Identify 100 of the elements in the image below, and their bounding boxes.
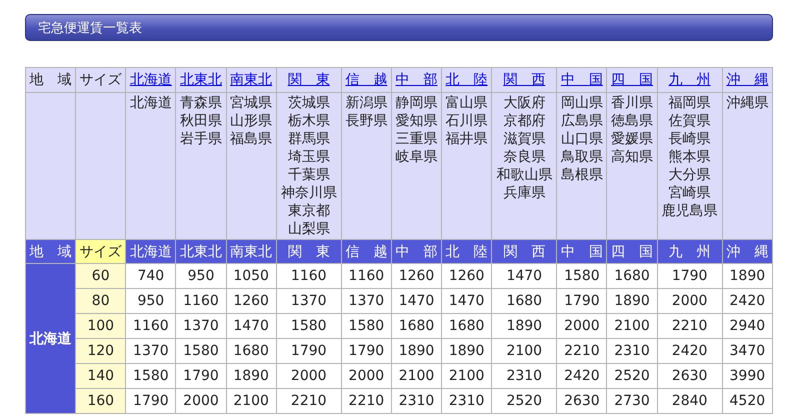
prefecture-name: 鹿児島県: [660, 202, 719, 220]
price-cell: 1470: [442, 288, 492, 314]
prefecture-name: 香川県: [610, 94, 654, 112]
prefecture-name: 滋賀県: [502, 130, 546, 148]
price-cell: 2210: [556, 338, 607, 364]
region-header: 北東北: [176, 240, 226, 264]
prefecture-name: 宮城県: [229, 94, 274, 112]
price-cell: 1370: [176, 314, 226, 338]
price-cell: 1890: [492, 314, 557, 338]
price-cell: 2100: [391, 364, 442, 388]
prefecture-name: 愛媛県: [610, 130, 654, 148]
prefecture-name: 栃木県: [286, 112, 331, 130]
prefecture-name: 三重県: [394, 130, 438, 148]
price-cell: 2310: [442, 388, 492, 414]
prefecture-name: 大阪府: [502, 94, 546, 112]
size-cell: 160: [76, 388, 126, 414]
price-cell: 1790: [276, 338, 342, 364]
region-header: 地 域: [26, 240, 76, 264]
region-header: 中 部: [391, 240, 442, 264]
price-cell: 3470: [722, 338, 772, 364]
price-cell: 2630: [556, 388, 607, 414]
price-cell: 2520: [492, 388, 557, 414]
price-cell: 4520: [722, 388, 772, 414]
price-cell: 1680: [391, 314, 442, 338]
prefecture-name: 静岡県: [394, 94, 438, 112]
price-cell: 1160: [126, 314, 176, 338]
price-cell: 1890: [442, 338, 492, 364]
price-cell: 1470: [391, 288, 442, 314]
price-cell: 1680: [606, 264, 658, 288]
price-cell: 1790: [556, 288, 607, 314]
page-title-bar: 宅急便運賃一覧表: [25, 14, 773, 41]
size-cell: 60: [76, 264, 126, 288]
size-header: サイズ: [76, 240, 126, 264]
prefecture-name: 佐賀県: [668, 112, 712, 130]
price-cell: 1790: [126, 388, 176, 414]
price-cell: 2000: [276, 364, 342, 388]
prefecture-name: 福岡県: [668, 94, 712, 112]
price-cell: 2100: [226, 388, 276, 414]
prefecture-name: 長野県: [344, 112, 388, 130]
price-cell: 2000: [657, 288, 722, 314]
price-cell: 1580: [276, 314, 342, 338]
price-cell: 1050: [226, 264, 276, 288]
price-cell: 1890: [606, 288, 658, 314]
price-cell: 1160: [341, 264, 392, 288]
size-cell: 80: [76, 288, 126, 314]
price-cell: 2000: [341, 364, 392, 388]
price-cell: 1790: [341, 338, 392, 364]
price-cell: 2000: [556, 314, 607, 338]
price-cell: 740: [126, 264, 176, 288]
price-cell: 1160: [176, 288, 226, 314]
price-cell: 1890: [391, 338, 442, 364]
price-cell: 1470: [226, 314, 276, 338]
price-cell: 1370: [341, 288, 392, 314]
prefecture-name: 岩手県: [178, 130, 223, 148]
price-cell: 2310: [606, 338, 658, 364]
prefecture-name: 東京都: [286, 202, 331, 220]
price-cell: 950: [126, 288, 176, 314]
region-header: 九 州: [657, 240, 722, 264]
price-cell: 2210: [341, 388, 392, 414]
prefecture-name: 和歌山県: [495, 166, 554, 184]
price-cell: 2420: [657, 338, 722, 364]
price-cell: 2730: [606, 388, 658, 414]
size-cell: 120: [76, 338, 126, 364]
region-header: 北海道: [126, 240, 176, 264]
prefecture-name: 京都府: [502, 112, 546, 130]
size-cell: 140: [76, 364, 126, 388]
prefecture-name: 兵庫県: [502, 184, 546, 202]
price-cell: 1580: [126, 364, 176, 388]
prefecture-name: 茨城県: [286, 94, 331, 112]
size-cell: 100: [76, 314, 126, 338]
prefecture-name: 高知県: [610, 148, 654, 166]
price-cell: 1260: [226, 288, 276, 314]
price-cell: 1890: [722, 264, 772, 288]
price-cell: 2310: [492, 364, 557, 388]
prefecture-name: 北海道: [128, 94, 173, 112]
prefecture-name: 山形県: [229, 112, 274, 130]
price-cell: 950: [176, 264, 226, 288]
region-header: 関 東: [276, 240, 342, 264]
price-cell: 2100: [442, 364, 492, 388]
price-cell: 2630: [657, 364, 722, 388]
price-cell: 1370: [126, 338, 176, 364]
price-cell: 2520: [606, 364, 658, 388]
prefecture-name: 新潟県: [344, 94, 388, 112]
prefecture-name: 福井県: [444, 130, 489, 148]
price-cell: 1790: [176, 364, 226, 388]
price-cell: 1790: [657, 264, 722, 288]
prefecture-name: 秋田県: [178, 112, 223, 130]
price-cell: 1580: [176, 338, 226, 364]
price-cell: 1680: [226, 338, 276, 364]
prefecture-name: 大分県: [668, 166, 712, 184]
price-cell: 3990: [722, 364, 772, 388]
prefecture-name: 岐阜県: [394, 148, 438, 166]
price-cell: 2210: [276, 388, 342, 414]
price-cell: 1370: [276, 288, 342, 314]
prefecture-name: 神奈川県: [280, 184, 338, 202]
region-header: 中 国: [556, 240, 607, 264]
region-header: 信 越: [341, 240, 392, 264]
price-cell: 2420: [556, 364, 607, 388]
price-cell: 2100: [492, 338, 557, 364]
price-cell: 2210: [657, 314, 722, 338]
